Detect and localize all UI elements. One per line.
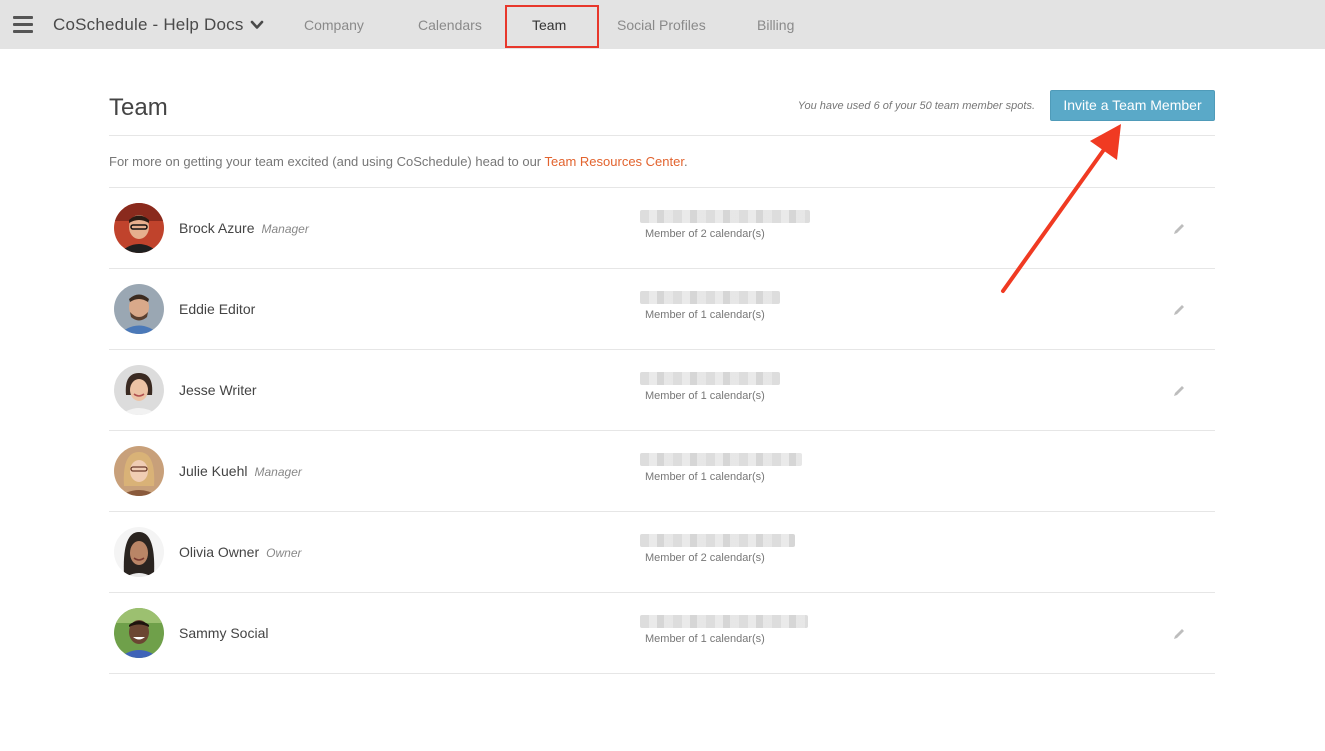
chevron-down-icon <box>250 20 263 29</box>
avatar <box>114 365 164 415</box>
workspace-switcher[interactable]: CoSchedule - Help Docs <box>53 13 264 37</box>
workspace-name: CoSchedule - Help Docs <box>53 15 244 34</box>
menu-icon[interactable] <box>13 16 33 33</box>
member-calendars: Member of 1 calendar(s) <box>645 633 765 645</box>
member-calendars: Member of 1 calendar(s) <box>645 309 765 321</box>
tab-team[interactable]: Team <box>532 0 566 49</box>
intro-text-body: For more on getting your team excited (a… <box>109 154 545 169</box>
pencil-icon[interactable] <box>1172 303 1186 317</box>
avatar <box>114 608 164 658</box>
email-redacted <box>640 210 810 223</box>
avatar <box>114 527 164 577</box>
tab-billing[interactable]: Billing <box>757 0 794 49</box>
tab-company[interactable]: Company <box>304 0 364 49</box>
avatar <box>114 446 164 496</box>
email-redacted <box>640 291 780 304</box>
member-name: Jesse Writer <box>179 382 257 398</box>
member-calendars: Member of 1 calendar(s) <box>645 390 765 402</box>
invite-team-member-button[interactable]: Invite a Team Member <box>1050 90 1215 121</box>
member-name-text: Eddie Editor <box>179 301 256 317</box>
member-name: Eddie Editor <box>179 301 255 317</box>
tab-social-profiles[interactable]: Social Profiles <box>617 0 706 49</box>
member-name-text: Olivia Owner <box>179 544 260 560</box>
email-redacted <box>640 534 795 547</box>
team-member-row[interactable]: Brock Azure Manager Member of 2 calendar(… <box>109 188 1215 269</box>
team-member-row[interactable]: Julie Kuehl Manager Member of 1 calendar(… <box>109 431 1215 512</box>
team-resources-link[interactable]: Team Resources Center <box>545 154 684 169</box>
member-role: Owner <box>266 546 302 560</box>
member-calendars: Member of 2 calendar(s) <box>645 228 765 240</box>
email-redacted <box>640 372 780 385</box>
team-member-row[interactable]: Eddie Editor Member of 1 calendar(s) <box>109 269 1215 350</box>
pencil-icon[interactable] <box>1172 222 1186 236</box>
avatar <box>114 203 164 253</box>
member-name: Julie Kuehl Manager <box>179 463 302 479</box>
member-name-text: Julie Kuehl <box>179 463 248 479</box>
member-name: Olivia Owner Owner <box>179 544 301 560</box>
member-name-text: Sammy Social <box>179 625 269 641</box>
top-nav-bar: CoSchedule - Help Docs Company Calendars… <box>0 0 1325 49</box>
email-redacted <box>640 615 808 628</box>
team-member-row[interactable]: Jesse Writer Member of 1 calendar(s) <box>109 350 1215 431</box>
avatar <box>114 284 164 334</box>
member-calendars: Member of 1 calendar(s) <box>645 471 765 483</box>
team-member-row[interactable]: Olivia Owner Owner Member of 2 calendar(s… <box>109 512 1215 593</box>
member-name: Brock Azure Manager <box>179 220 309 236</box>
member-name-text: Jesse Writer <box>179 382 257 398</box>
member-calendars: Member of 2 calendar(s) <box>645 552 765 564</box>
tab-calendars[interactable]: Calendars <box>418 0 482 49</box>
member-role: Manager <box>261 222 309 236</box>
page-title: Team <box>109 94 168 121</box>
pencil-icon[interactable] <box>1172 627 1186 641</box>
member-name: Sammy Social <box>179 625 268 641</box>
intro-text: For more on getting your team excited (a… <box>109 154 688 169</box>
member-role: Manager <box>254 465 302 479</box>
divider <box>109 135 1215 136</box>
pencil-icon[interactable] <box>1172 384 1186 398</box>
email-redacted <box>640 453 802 466</box>
intro-text-end: . <box>683 154 688 169</box>
team-member-row[interactable]: Sammy Social Member of 1 calendar(s) <box>109 593 1215 674</box>
team-spots-usage: You have used 6 of your 50 team member s… <box>797 100 1035 112</box>
member-name-text: Brock Azure <box>179 220 255 236</box>
